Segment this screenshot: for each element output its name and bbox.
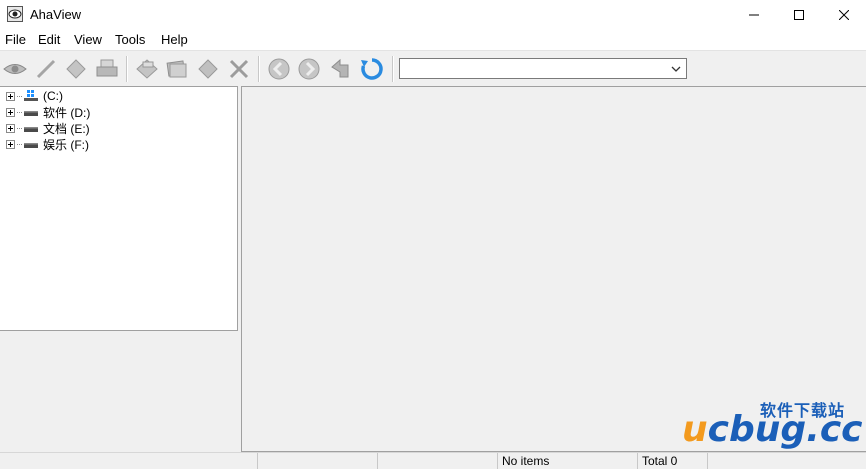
status-cell-5 bbox=[707, 453, 866, 469]
menu-bar: File Edit View Tools Help bbox=[0, 30, 866, 50]
preview-pane bbox=[0, 331, 238, 452]
expand-icon[interactable] bbox=[6, 91, 15, 101]
expand-icon[interactable] bbox=[6, 107, 15, 117]
toolbar bbox=[0, 50, 866, 86]
drive-icon bbox=[23, 138, 39, 150]
tree-item-d[interactable]: 软件 (D:) bbox=[6, 104, 90, 120]
print-icon[interactable] bbox=[94, 57, 120, 81]
watermark-en-text: ucbug.cc bbox=[682, 409, 863, 450]
watermark-prefix: u bbox=[682, 409, 708, 450]
minimize-button[interactable] bbox=[731, 0, 776, 30]
view-eye-icon[interactable] bbox=[2, 57, 28, 81]
tag-icon[interactable] bbox=[63, 57, 89, 81]
edit-pencil-icon[interactable] bbox=[33, 57, 59, 81]
path-combo[interactable] bbox=[399, 58, 687, 79]
system-drive-icon bbox=[23, 90, 39, 102]
tree-connector bbox=[17, 111, 22, 113]
eye-icon bbox=[7, 6, 23, 22]
refresh-icon[interactable] bbox=[359, 57, 385, 81]
status-items: No items bbox=[497, 453, 637, 469]
tree-item-f[interactable]: 娱乐 (F:) bbox=[6, 136, 89, 152]
expand-icon[interactable] bbox=[6, 123, 15, 133]
title-bar: AhaView bbox=[0, 0, 866, 30]
watermark-main: cbug.cc bbox=[707, 409, 863, 450]
tree-connector bbox=[17, 143, 22, 145]
status-cell-1 bbox=[257, 453, 377, 469]
menu-file[interactable]: File bbox=[5, 32, 26, 47]
menu-edit[interactable]: Edit bbox=[38, 32, 60, 47]
toolbar-separator bbox=[392, 56, 394, 82]
close-button[interactable] bbox=[821, 0, 866, 30]
site-watermark-logo: 软件下载站 ucbug.cc bbox=[680, 395, 866, 453]
status-total: Total 0 bbox=[637, 453, 707, 469]
window-title: AhaView bbox=[30, 7, 82, 22]
label-icon[interactable] bbox=[195, 57, 221, 81]
tree-item-label: 软件 (D:) bbox=[43, 105, 91, 120]
tree-item-label: (C:) bbox=[43, 89, 63, 103]
menu-tools[interactable]: Tools bbox=[115, 32, 145, 47]
up-icon[interactable] bbox=[327, 57, 353, 81]
expand-icon[interactable] bbox=[6, 139, 15, 149]
tree-connector bbox=[17, 95, 22, 97]
slideshow-icon[interactable] bbox=[164, 57, 190, 81]
menu-help[interactable]: Help bbox=[161, 32, 188, 47]
maximize-button[interactable] bbox=[776, 0, 821, 30]
toolbar-separator bbox=[258, 56, 260, 82]
drive-icon bbox=[23, 106, 39, 118]
delete-icon[interactable] bbox=[226, 57, 252, 81]
status-bar: No items Total 0 bbox=[0, 452, 866, 469]
menu-view[interactable]: View bbox=[74, 32, 102, 47]
tree-item-label: 文档 (E:) bbox=[43, 121, 90, 136]
tree-item-label: 娱乐 (F:) bbox=[43, 137, 89, 152]
jpeg-icon[interactable] bbox=[134, 57, 160, 81]
forward-icon[interactable] bbox=[296, 57, 322, 81]
folder-tree[interactable]: (C:) 软件 (D:) 文档 (E:) 娱乐 (F:) bbox=[0, 86, 238, 331]
toolbar-separator bbox=[126, 56, 128, 82]
tree-item-e[interactable]: 文档 (E:) bbox=[6, 120, 90, 136]
chevron-down-icon[interactable] bbox=[669, 62, 683, 76]
status-cell-2 bbox=[377, 453, 497, 469]
back-icon[interactable] bbox=[266, 57, 292, 81]
tree-item-c[interactable]: (C:) bbox=[6, 88, 63, 104]
drive-icon bbox=[23, 122, 39, 134]
tree-connector bbox=[17, 127, 22, 129]
